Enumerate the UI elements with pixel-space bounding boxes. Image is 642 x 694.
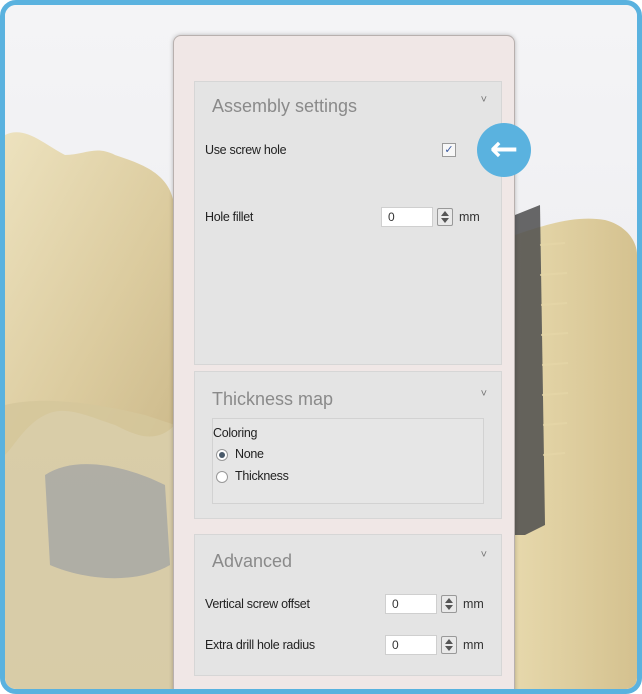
screenshot-frame: Assembly settings ˅ Use screw hole ✓ Hol… — [0, 0, 642, 694]
vertical-screw-offset-unit: mm — [463, 597, 484, 611]
use-screw-hole-label: Use screw hole — [205, 143, 287, 157]
settings-panel: Assembly settings ˅ Use screw hole ✓ Hol… — [173, 35, 515, 689]
advanced-section: Advanced ˅ Vertical screw offset 0 mm Ex… — [194, 534, 502, 676]
extra-drill-hole-radius-unit: mm — [463, 638, 484, 652]
extra-drill-hole-radius-spinner[interactable] — [441, 636, 457, 654]
check-icon: ✓ — [444, 144, 454, 156]
chevron-down-icon[interactable]: ˅ — [481, 388, 487, 400]
use-screw-hole-checkbox[interactable]: ✓ — [442, 143, 456, 157]
coloring-none-label[interactable]: None — [235, 447, 264, 461]
hole-fillet-label: Hole fillet — [205, 210, 254, 224]
implant-model — [515, 205, 545, 535]
extra-drill-hole-radius-input[interactable]: 0 — [385, 635, 437, 655]
assembly-settings-section: Assembly settings ˅ Use screw hole ✓ Hol… — [194, 81, 502, 365]
advanced-title: Advanced — [212, 551, 293, 571]
arrow-left-icon: ← — [477, 123, 531, 177]
coloring-label: Coloring — [213, 426, 258, 440]
hole-fillet-unit: mm — [459, 210, 480, 224]
extra-drill-hole-radius-label: Extra drill hole radius — [205, 638, 315, 652]
coloring-thickness-label[interactable]: Thickness — [235, 469, 289, 483]
thickness-map-section: Thickness map ˅ Coloring None Thickness — [194, 371, 502, 519]
vertical-screw-offset-label: Vertical screw offset — [205, 597, 310, 611]
coloring-none-radio[interactable] — [216, 449, 228, 461]
hole-fillet-input[interactable]: 0 — [381, 207, 433, 227]
hole-fillet-spinner[interactable] — [437, 208, 453, 226]
assembly-settings-title: Assembly settings — [212, 96, 358, 116]
abutment-model — [45, 464, 170, 579]
chevron-down-icon[interactable]: ˅ — [481, 549, 487, 561]
thickness-map-title: Thickness map — [212, 389, 334, 409]
vertical-screw-offset-spinner[interactable] — [441, 595, 457, 613]
coloring-group: Coloring None Thickness — [212, 418, 484, 504]
coloring-thickness-radio[interactable] — [216, 471, 228, 483]
vertical-screw-offset-input[interactable]: 0 — [385, 594, 437, 614]
chevron-down-icon[interactable]: ˅ — [481, 94, 487, 106]
